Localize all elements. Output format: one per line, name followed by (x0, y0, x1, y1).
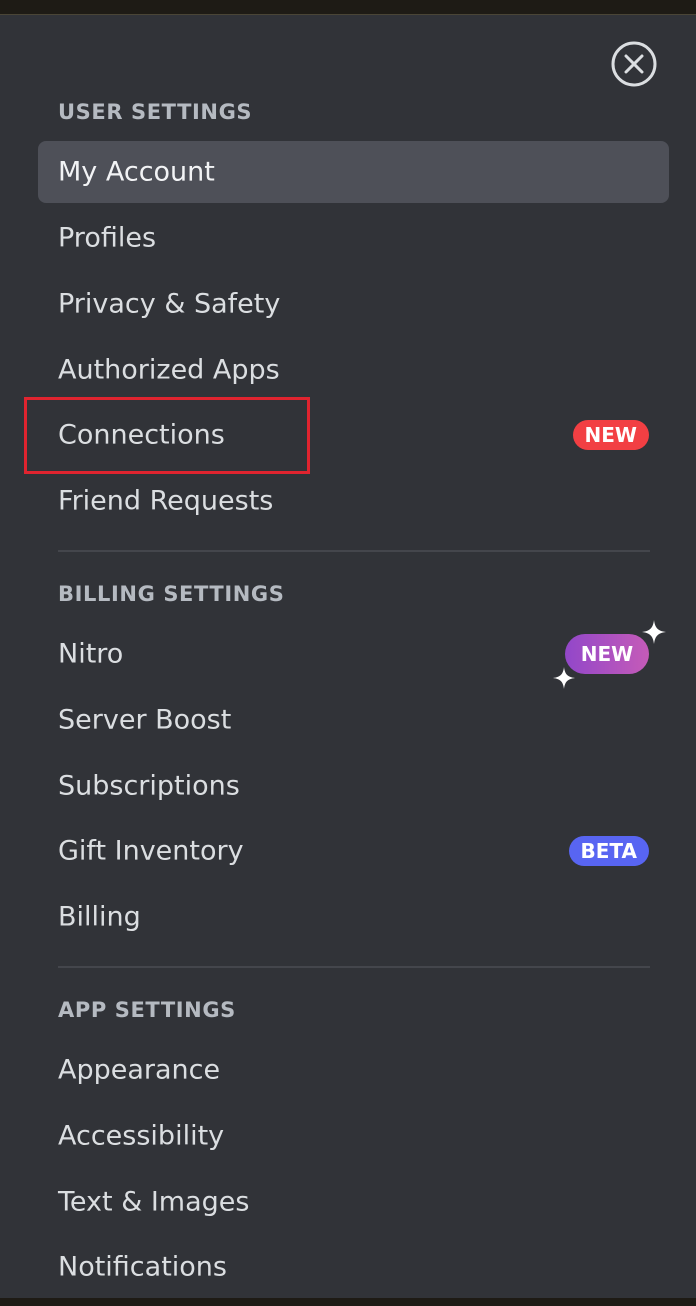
sidebar-item-notifications[interactable]: Notifications (38, 1236, 669, 1298)
sidebar-item-label: Nitro (58, 638, 124, 670)
new-badge: NEW (572, 420, 649, 450)
sidebar-item-server-boost[interactable]: Server Boost (38, 689, 669, 751)
section-divider (58, 550, 650, 552)
bottom-strip (0, 1298, 696, 1306)
sidebar-item-label: Text & Images (58, 1186, 250, 1218)
sidebar-item-label: Accessibility (58, 1120, 225, 1152)
sidebar-item-label: Profiles (58, 222, 157, 254)
sidebar-item-friend-requests[interactable]: Friend Requests (38, 470, 669, 532)
nitro-new-badge: NEW (565, 634, 649, 674)
sidebar-item-gift-inventory[interactable]: Gift Inventory BETA (38, 820, 669, 882)
close-button[interactable] (610, 40, 658, 88)
sidebar-item-accessibility[interactable]: Accessibility (38, 1105, 669, 1167)
new-badge: NEW (565, 634, 649, 674)
section-header-app-settings: APP SETTINGS (58, 998, 236, 1022)
section-divider (58, 966, 650, 968)
sidebar-item-subscriptions[interactable]: Subscriptions (38, 755, 669, 817)
sidebar-item-label: Billing (58, 901, 141, 933)
sidebar-item-privacy-safety[interactable]: Privacy & Safety (38, 273, 669, 335)
sidebar-item-label: Server Boost (58, 704, 232, 736)
sidebar-item-label: My Account (58, 156, 215, 188)
sidebar-item-text-images[interactable]: Text & Images (38, 1171, 669, 1233)
sidebar-item-authorized-apps[interactable]: Authorized Apps (38, 339, 669, 401)
sidebar-item-appearance[interactable]: Appearance (38, 1039, 669, 1101)
section-header-user-settings: USER SETTINGS (58, 100, 253, 124)
sidebar-item-label: Privacy & Safety (58, 288, 281, 320)
sidebar-item-my-account[interactable]: My Account (38, 141, 669, 203)
sparkle-icon (553, 667, 575, 689)
sidebar-item-label: Subscriptions (58, 770, 240, 802)
sidebar-item-label: Authorized Apps (58, 354, 280, 386)
sidebar-item-profiles[interactable]: Profiles (38, 207, 669, 269)
close-circle-icon (611, 41, 657, 87)
beta-badge: BETA (568, 836, 649, 866)
sidebar-item-billing[interactable]: Billing (38, 886, 669, 948)
sidebar-item-label: Gift Inventory (58, 835, 244, 867)
sidebar-item-label: Friend Requests (58, 485, 274, 517)
sidebar-item-label: Appearance (58, 1054, 221, 1086)
sparkle-icon (642, 620, 666, 644)
sidebar-item-label: Notifications (58, 1251, 227, 1283)
section-header-billing-settings: BILLING SETTINGS (58, 582, 285, 606)
highlight-annotation-box (24, 397, 310, 474)
